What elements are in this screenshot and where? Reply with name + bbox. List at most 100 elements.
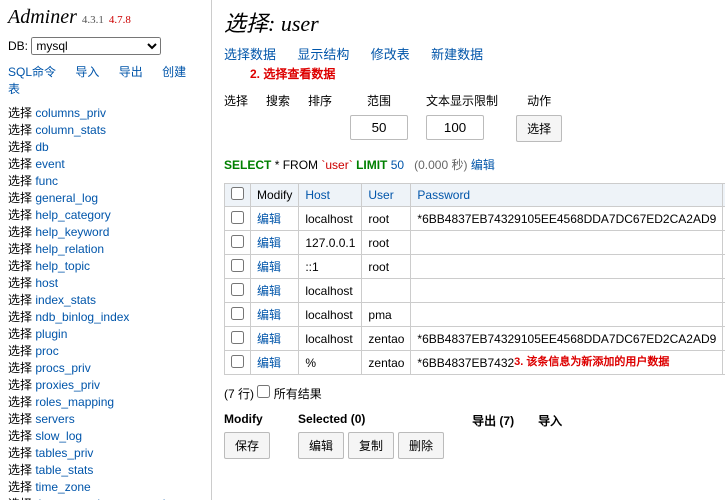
edit-row-link[interactable]: 编辑: [257, 212, 281, 226]
table-link-proc[interactable]: 选择 proc: [8, 343, 203, 360]
delete-selected-button[interactable]: 删除: [398, 432, 444, 459]
table-link-help_topic[interactable]: 选择 help_topic: [8, 258, 203, 275]
col-host[interactable]: Host: [305, 188, 330, 202]
row-checkbox[interactable]: [231, 283, 244, 296]
db-select[interactable]: mysql: [31, 37, 161, 55]
db-label: DB:: [8, 39, 28, 53]
cell-user: pma: [362, 303, 411, 327]
sql-command-link[interactable]: SQL命令: [8, 65, 56, 79]
textlimit-input[interactable]: [426, 115, 484, 140]
row-checkbox[interactable]: [231, 235, 244, 248]
import-box-title: 导入: [538, 412, 562, 429]
cell-host: ::1: [299, 255, 362, 279]
edit-row-link[interactable]: 编辑: [257, 284, 281, 298]
row-checkbox[interactable]: [231, 355, 244, 368]
cell-host: 127.0.0.1: [299, 231, 362, 255]
select-all-checkbox[interactable]: [231, 187, 244, 200]
export-link[interactable]: 导出: [119, 65, 143, 79]
cell-user: root: [362, 207, 411, 231]
table-link-index_stats[interactable]: 选择 index_stats: [8, 292, 203, 309]
logo-name: Adminer: [8, 6, 77, 28]
data-table: Modify Host User Password Select_p 编辑loc…: [224, 183, 725, 375]
export-box-title: 导出 (7): [472, 412, 514, 429]
cell-host: localhost: [299, 303, 362, 327]
query-display: SELECT * FROM `user` LIMIT 50 (0.000 秒) …: [224, 156, 713, 173]
all-results-checkbox[interactable]: [257, 385, 270, 398]
copy-selected-button[interactable]: 复制: [348, 432, 394, 459]
table-header-row: Modify Host User Password Select_p: [225, 184, 725, 207]
action-button[interactable]: 选择: [516, 115, 562, 142]
cell-password: [411, 279, 723, 303]
table-link-table_stats[interactable]: 选择 table_stats: [8, 462, 203, 479]
tab-structure[interactable]: 显示结构: [297, 47, 349, 62]
modify-box-title: Modify: [224, 412, 274, 426]
range-input[interactable]: [350, 115, 408, 140]
col-user[interactable]: User: [368, 188, 393, 202]
col-password[interactable]: Password: [417, 188, 470, 202]
table-row: 编辑 localhostroot*6BB4837EB74329105EE4568D…: [225, 207, 725, 231]
table-link-servers[interactable]: 选择 servers: [8, 411, 203, 428]
table-link-time_zone_leap_second[interactable]: 选择 time_zone_leap_second: [8, 496, 203, 500]
cell-password: [411, 231, 723, 255]
cell-password: *6BB4837EB74329105EE4568DDA7DC67ED2CA2AD…: [411, 207, 723, 231]
table-link-ndb_binlog_index[interactable]: 选择 ndb_binlog_index: [8, 309, 203, 326]
edit-row-link[interactable]: 编辑: [257, 356, 281, 370]
query-edit-link[interactable]: 编辑: [471, 158, 495, 172]
query-fields: 选择 搜索 排序 范围 文本显示限制 动作选择: [224, 92, 713, 142]
field-action-label: 动作: [516, 92, 562, 109]
table-link-columns_priv[interactable]: 选择 columns_priv: [8, 105, 203, 122]
edit-row-link[interactable]: 编辑: [257, 308, 281, 322]
sidebar: Adminer 4.3.1 4.7.8 DB: mysql SQL命令 导入 导…: [0, 0, 212, 500]
table-link-roles_mapping[interactable]: 选择 roles_mapping: [8, 394, 203, 411]
table-link-tables_priv[interactable]: 选择 tables_priv: [8, 445, 203, 462]
table-row: 编辑localhostN: [225, 279, 725, 303]
table-link-help_category[interactable]: 选择 help_category: [8, 207, 203, 224]
save-button[interactable]: 保存: [224, 432, 270, 459]
main-content: 选择: user 选择数据 显示结构 修改表 新建数据 2. 选择查看数据 选择…: [212, 0, 725, 500]
logo-version-new: 4.7.8: [109, 14, 131, 26]
tab-select-data[interactable]: 选择数据: [224, 47, 276, 62]
table-link-host[interactable]: 选择 host: [8, 275, 203, 292]
table-link-proxies_priv[interactable]: 选择 proxies_priv: [8, 377, 203, 394]
cell-password: *6BB4837EB74323. 该条信息为新添加的用户数据: [411, 351, 723, 375]
table-link-time_zone[interactable]: 选择 time_zone: [8, 479, 203, 496]
edit-row-link[interactable]: 编辑: [257, 236, 281, 250]
field-sort-label: 排序: [308, 92, 332, 109]
table-row: 编辑localhostpmaN: [225, 303, 725, 327]
edit-row-link[interactable]: 编辑: [257, 260, 281, 274]
table-link-plugin[interactable]: 选择 plugin: [8, 326, 203, 343]
import-link[interactable]: 导入: [75, 65, 99, 79]
logo: Adminer 4.3.1 4.7.8: [8, 6, 203, 29]
annotation-2: 2. 选择查看数据: [250, 65, 713, 82]
cell-host: localhost: [299, 207, 362, 231]
col-modify: Modify: [251, 184, 299, 207]
row-checkbox[interactable]: [231, 331, 244, 344]
table-link-help_relation[interactable]: 选择 help_relation: [8, 241, 203, 258]
selected-box-title: Selected (0): [298, 412, 448, 426]
row-checkbox[interactable]: [231, 211, 244, 224]
action-boxes: Modify 保存 Selected (0) 编辑复制删除 导出 (7) 导入: [224, 412, 713, 459]
table-link-func[interactable]: 选择 func: [8, 173, 203, 190]
field-textlimit-label: 文本显示限制: [426, 92, 498, 109]
table-link-event[interactable]: 选择 event: [8, 156, 203, 173]
tab-new-item[interactable]: 新建数据: [431, 47, 483, 62]
edit-row-link[interactable]: 编辑: [257, 332, 281, 346]
row-checkbox[interactable]: [231, 259, 244, 272]
cell-user: [362, 279, 411, 303]
table-link-general_log[interactable]: 选择 general_log: [8, 190, 203, 207]
edit-selected-button[interactable]: 编辑: [298, 432, 344, 459]
table-link-slow_log[interactable]: 选择 slow_log: [8, 428, 203, 445]
table-link-help_keyword[interactable]: 选择 help_keyword: [8, 224, 203, 241]
cell-user: root: [362, 231, 411, 255]
page-title: 选择: user: [224, 6, 713, 38]
annotation-3: 3. 该条信息为新添加的用户数据: [514, 356, 669, 368]
row-checkbox[interactable]: [231, 307, 244, 320]
table-link-db[interactable]: 选择 db: [8, 139, 203, 156]
cell-password: [411, 255, 723, 279]
table-link-procs_priv[interactable]: 选择 procs_priv: [8, 360, 203, 377]
cell-password: *6BB4837EB74329105EE4568DDA7DC67ED2CA2AD…: [411, 327, 723, 351]
footer-row: (7 行) 所有结果: [224, 385, 713, 402]
field-select-label: 选择: [224, 92, 248, 109]
table-link-column_stats[interactable]: 选择 column_stats: [8, 122, 203, 139]
tab-alter[interactable]: 修改表: [371, 47, 410, 62]
